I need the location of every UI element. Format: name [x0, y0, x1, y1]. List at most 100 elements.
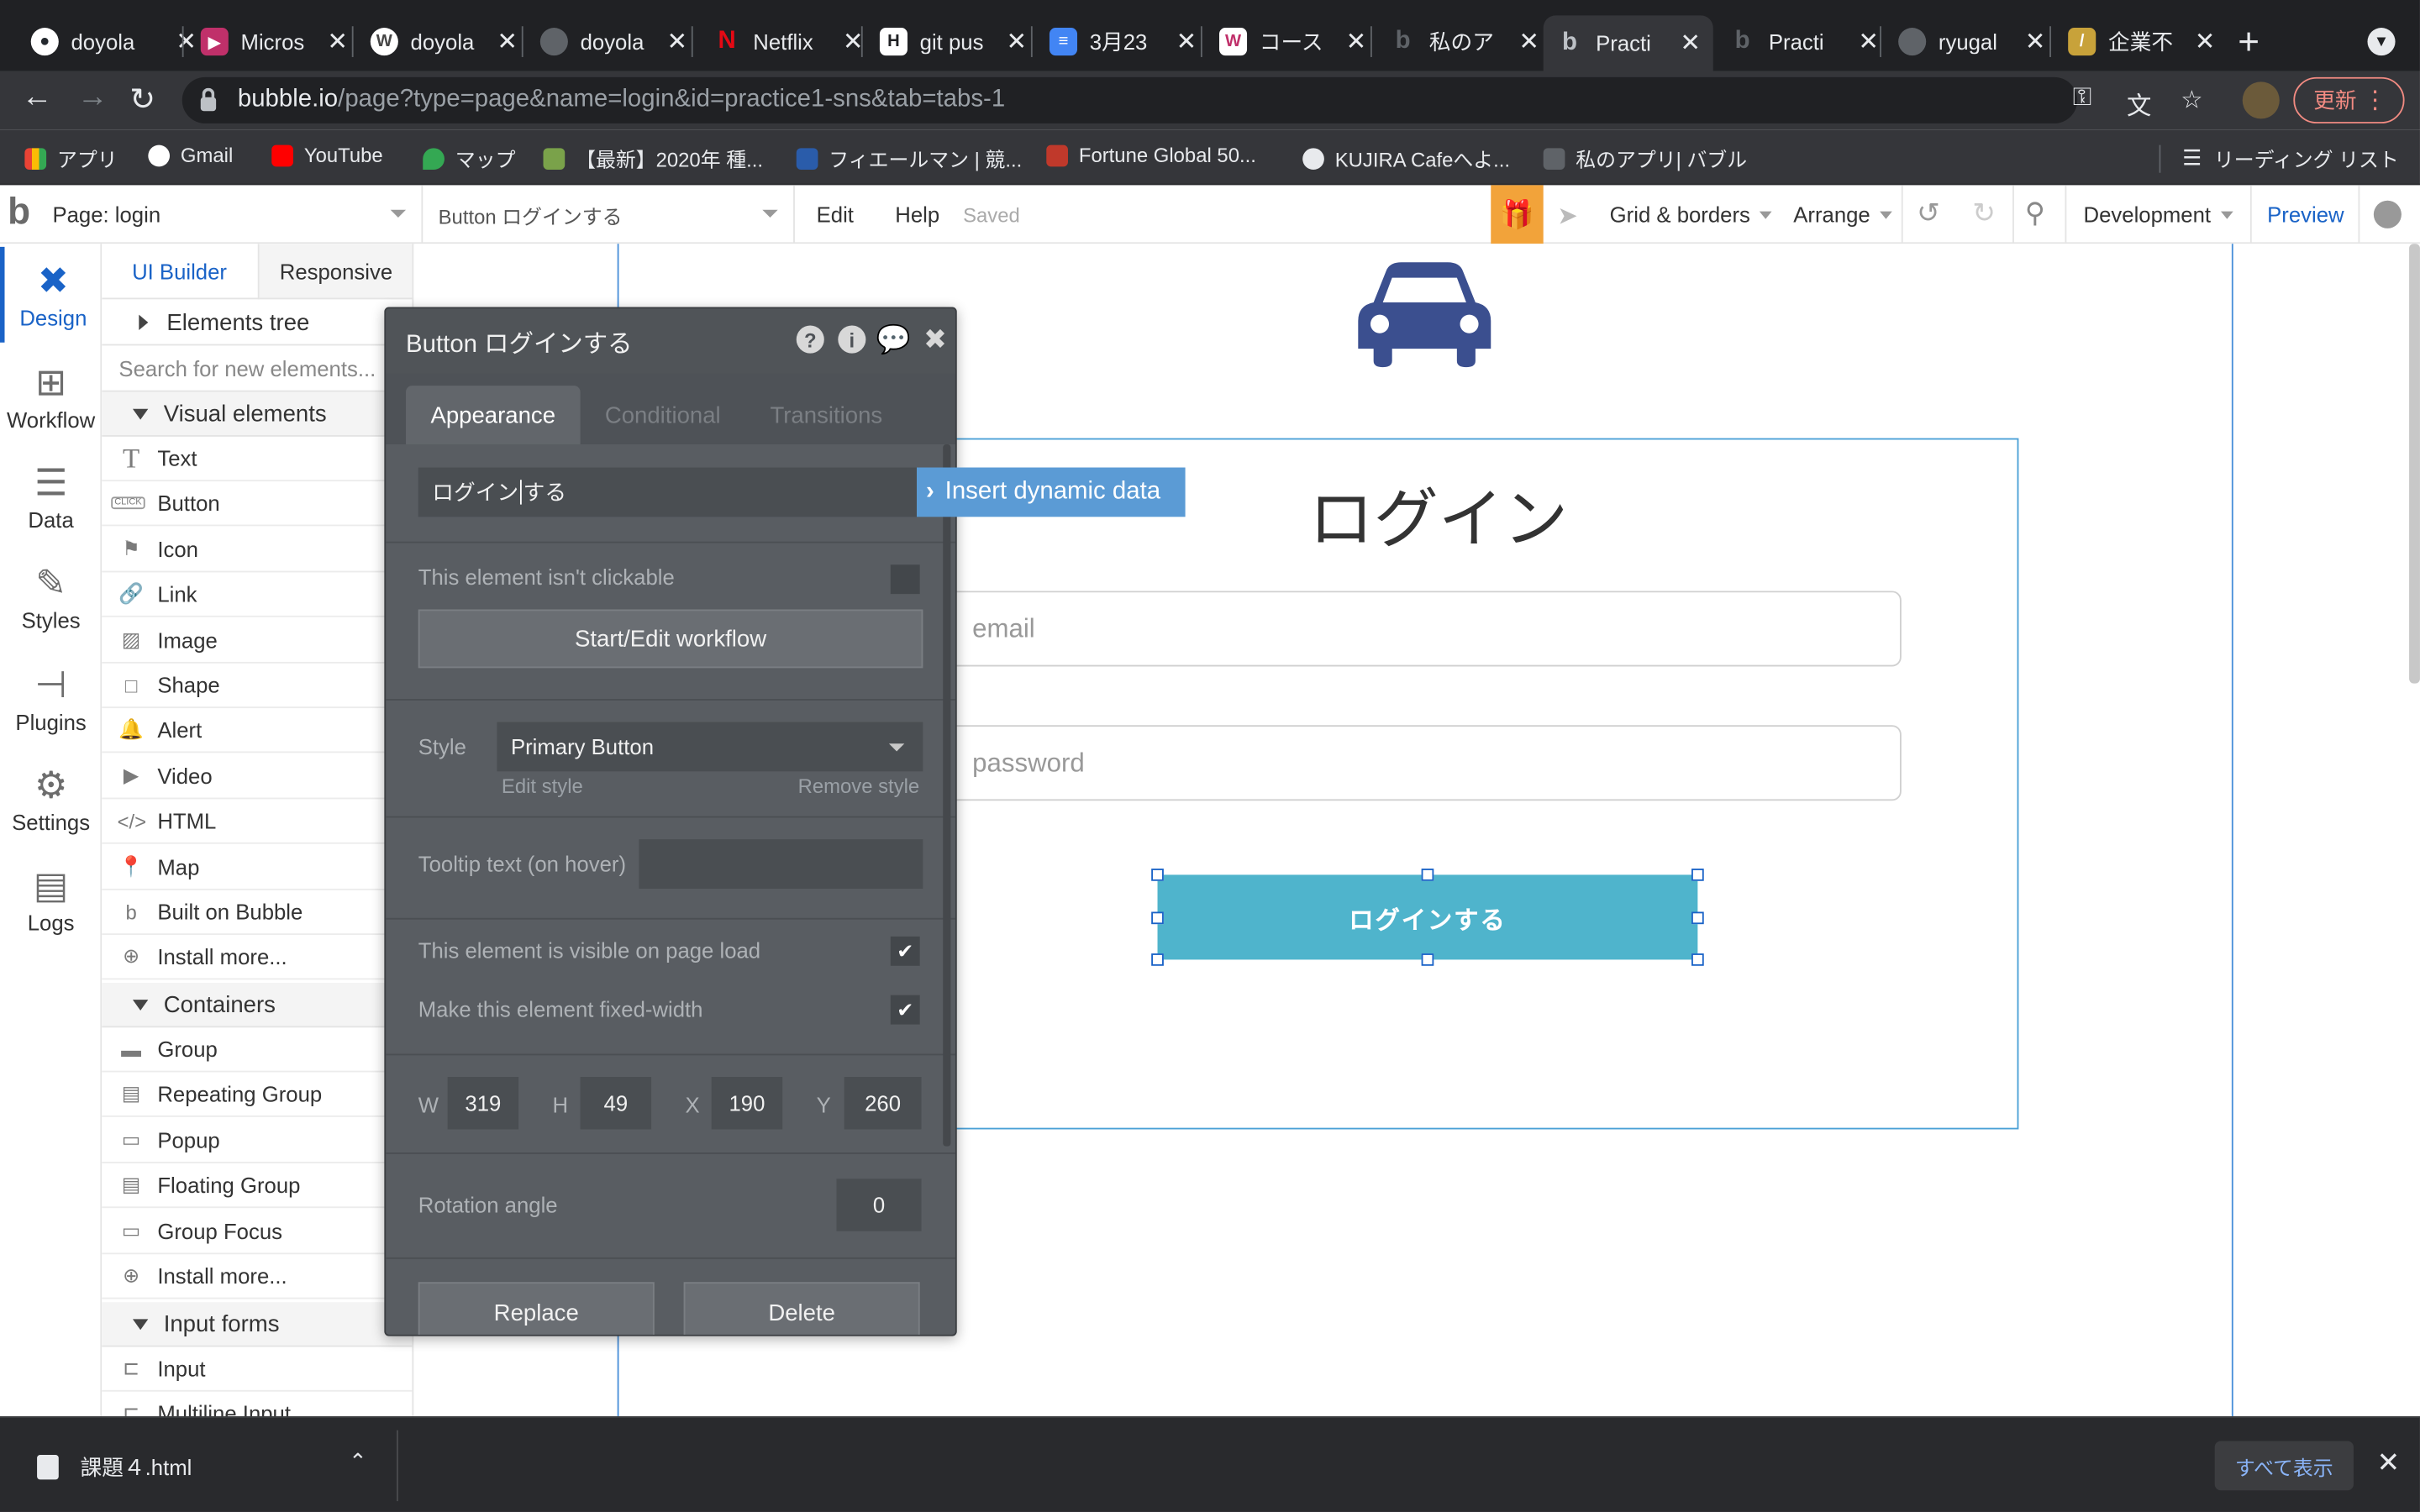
- bookmark-maps[interactable]: マップ: [423, 144, 515, 173]
- back-icon[interactable]: ←: [22, 81, 53, 116]
- close-icon[interactable]: ✕: [2195, 26, 2216, 57]
- not-clickable-checkbox[interactable]: [890, 564, 920, 595]
- password-field[interactable]: password: [947, 725, 1902, 801]
- bookmark-gmail[interactable]: Gmail: [148, 144, 233, 166]
- start-edit-workflow-button[interactable]: Start/Edit workflow: [418, 609, 923, 669]
- close-icon[interactable]: ✕: [2377, 1447, 2401, 1480]
- resize-handle[interactable]: [1151, 953, 1164, 966]
- palette-item[interactable]: </> HTML: [102, 800, 413, 845]
- bookmark-item[interactable]: Fortune Global 50...: [1046, 144, 1256, 166]
- resize-handle[interactable]: [1151, 911, 1164, 925]
- browser-tab[interactable]: ● doyola ✕: [30, 15, 197, 67]
- tab-ui-builder[interactable]: UI Builder: [102, 244, 259, 300]
- forward-icon[interactable]: →: [77, 81, 108, 116]
- chevron-up-icon[interactable]: ⌃: [349, 1449, 367, 1475]
- update-button[interactable]: 更新 ⋮: [2293, 76, 2405, 123]
- bookmark-item[interactable]: KUJIRA Cafeへよ...: [1302, 144, 1510, 173]
- resize-handle[interactable]: [1421, 953, 1434, 966]
- palette-item[interactable]: ⊏ Multiline Input: [102, 1392, 412, 1416]
- search-icon[interactable]: ⚲: [2025, 197, 2045, 230]
- palette-item[interactable]: 🔔 Alert: [102, 709, 413, 754]
- login-button[interactable]: ログインする: [1157, 874, 1698, 960]
- resize-handle[interactable]: [1151, 869, 1164, 881]
- resize-handle[interactable]: [1421, 869, 1434, 881]
- insert-dynamic-data-button[interactable]: › Insert dynamic data: [916, 467, 1186, 517]
- page-selector[interactable]: Page: login: [40, 185, 424, 244]
- email-field[interactable]: email: [947, 591, 1902, 667]
- palette-item[interactable]: ▬ Group: [102, 1027, 413, 1073]
- close-icon[interactable]: ✕: [497, 26, 518, 57]
- fixed-width-checkbox[interactable]: ✔: [890, 995, 920, 1025]
- close-icon[interactable]: ✕: [843, 26, 864, 57]
- resize-handle[interactable]: [1691, 953, 1704, 966]
- browser-tab[interactable]: ▶ Micros ✕: [200, 15, 348, 67]
- tooltip-input[interactable]: [639, 839, 923, 889]
- tab-responsive[interactable]: Responsive: [258, 244, 413, 300]
- palette-item[interactable]: T Text: [102, 437, 413, 482]
- browser-tab-active[interactable]: b Practi ✕: [1543, 15, 1713, 71]
- close-icon[interactable]: ✕: [1518, 26, 1539, 57]
- new-tab-icon[interactable]: +: [2238, 22, 2260, 65]
- avatar[interactable]: [2242, 81, 2280, 119]
- palette-item[interactable]: 🔗 Link: [102, 573, 413, 618]
- bookmark-item[interactable]: 【最新】2020年 種...: [543, 144, 763, 173]
- cursor-icon[interactable]: ➤: [1557, 201, 1578, 232]
- containers-header[interactable]: Containers: [102, 982, 413, 1028]
- palette-item[interactable]: b Built on Bubble: [102, 890, 413, 936]
- palette-item[interactable]: ▤ Repeating Group: [102, 1073, 413, 1118]
- button-text-input[interactable]: ログイン する: [418, 467, 920, 517]
- editor-scrollbar[interactable]: [943, 444, 951, 1147]
- property-editor-header[interactable]: Button ログインする ? i 💬 ✖: [386, 308, 955, 374]
- palette-item[interactable]: ▭ Popup: [102, 1118, 413, 1163]
- palette-item[interactable]: ▤ Floating Group: [102, 1163, 413, 1209]
- rail-item-plugins[interactable]: ⊣ Plugins: [0, 651, 102, 747]
- preview-button[interactable]: Preview: [2267, 202, 2344, 227]
- login-title[interactable]: ログイン: [1309, 468, 1569, 562]
- height-input[interactable]: 49: [580, 1077, 652, 1130]
- show-all-button[interactable]: すべて表示: [2214, 1441, 2354, 1491]
- undo-icon[interactable]: ↺: [1917, 197, 1940, 230]
- reading-list[interactable]: ☰ リーディング リスト: [2182, 144, 2399, 173]
- arrange-menu[interactable]: Arrange: [1793, 202, 1892, 227]
- info-icon[interactable]: i: [838, 325, 866, 354]
- bookmark-apps[interactable]: アプリ: [24, 144, 118, 173]
- visual-elements-header[interactable]: Visual elements: [102, 391, 413, 437]
- bubble-logo-icon[interactable]: b: [8, 192, 30, 234]
- element-search-input[interactable]: Search for new elements...: [102, 345, 413, 392]
- key-icon[interactable]: ⚿: [2073, 85, 2091, 113]
- close-icon[interactable]: ✕: [1007, 26, 1028, 57]
- browser-tab[interactable]: doyola ✕: [539, 15, 687, 67]
- canvas-scrollbar[interactable]: [2409, 244, 2420, 684]
- tab-conditional[interactable]: Conditional: [580, 386, 745, 444]
- close-icon[interactable]: ✕: [1680, 28, 1701, 59]
- visible-on-load-checkbox[interactable]: ✔: [890, 936, 920, 966]
- star-icon[interactable]: ☆: [2181, 85, 2202, 116]
- close-icon[interactable]: ✕: [2025, 26, 2046, 57]
- palette-item[interactable]: ⊕ Install more...: [102, 1254, 413, 1299]
- rotation-input[interactable]: 0: [836, 1179, 922, 1231]
- tab-search-icon[interactable]: ▼: [2367, 28, 2396, 56]
- address-bar[interactable]: bubble.io/page?type=page&name=login&id=p…: [182, 76, 2078, 123]
- rail-item-design[interactable]: ✖ Design: [0, 246, 102, 343]
- browser-tab[interactable]: N Netflix ✕: [713, 15, 864, 67]
- reload-icon[interactable]: ↻: [129, 81, 155, 119]
- grid-borders-menu[interactable]: Grid & borders: [1610, 202, 1772, 227]
- browser-tab[interactable]: ryugal ✕: [1898, 15, 2045, 67]
- palette-item[interactable]: ⊕ Install more...: [102, 936, 413, 981]
- rail-item-data[interactable]: ☰ Data: [0, 449, 102, 544]
- palette-item[interactable]: 📍 Map: [102, 845, 413, 890]
- user-icon[interactable]: [2373, 200, 2402, 228]
- resize-handle[interactable]: [1691, 869, 1704, 881]
- tab-appearance[interactable]: Appearance: [406, 386, 581, 444]
- translate-icon[interactable]: 文: [2127, 85, 2151, 122]
- car-icon[interactable]: [1355, 260, 1494, 370]
- comment-icon[interactable]: 💬: [876, 323, 911, 354]
- remove-style-link[interactable]: Remove style: [798, 774, 920, 798]
- browser-tab[interactable]: Hgit pus ✕: [879, 15, 1028, 67]
- close-icon[interactable]: ✖: [922, 323, 950, 354]
- close-icon[interactable]: ✕: [666, 26, 687, 57]
- rail-item-styles[interactable]: ✎ Styles: [0, 549, 102, 645]
- rail-item-settings[interactable]: ⚙ Settings: [0, 751, 102, 847]
- delete-button[interactable]: Delete: [683, 1282, 920, 1335]
- palette-item[interactable]: ▨ Image: [102, 618, 413, 664]
